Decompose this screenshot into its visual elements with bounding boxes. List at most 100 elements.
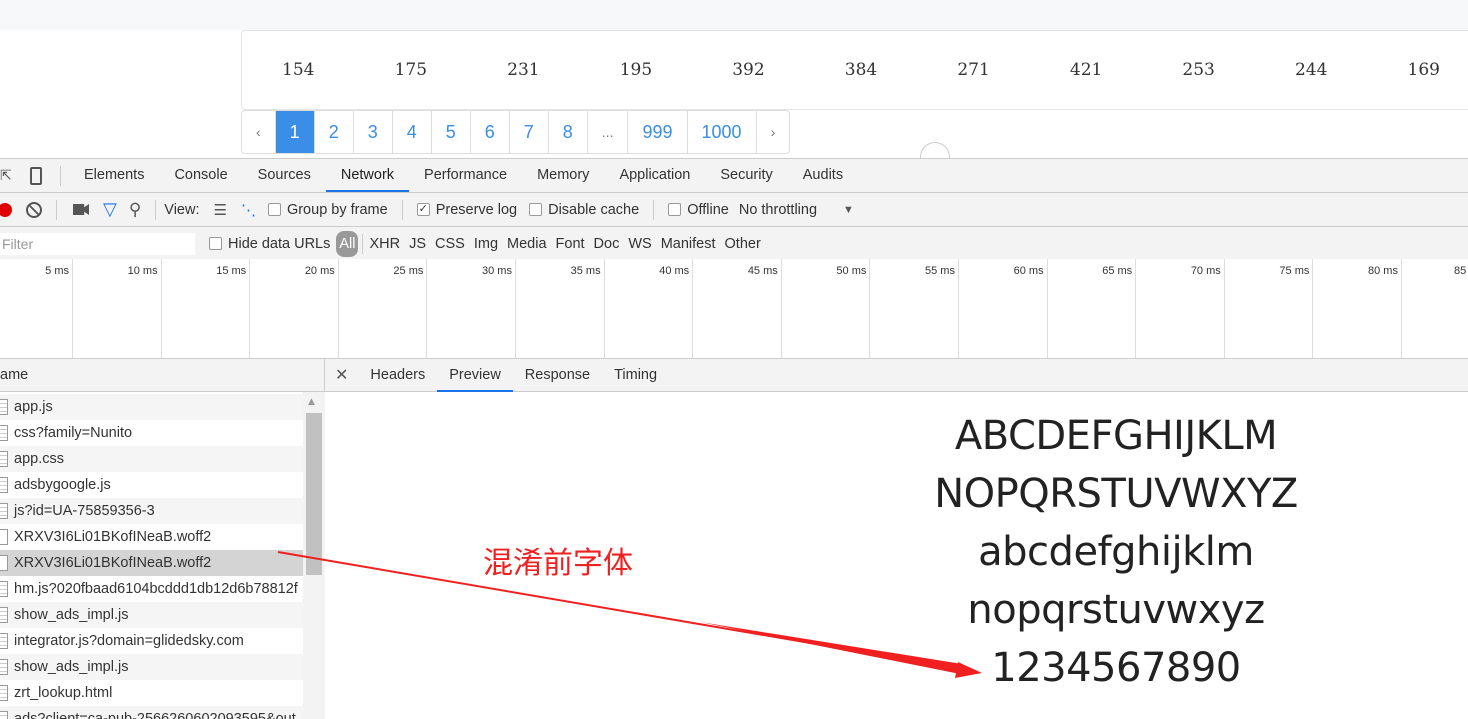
numbers-card: 154 175 231 195 392 384 271 421 253 244 169 [241,30,1468,110]
large-rows-icon[interactable]: ☰ [214,201,227,219]
chevron-down-icon[interactable]: ▼ [843,204,854,216]
request-name: integrator.js?domain=glidedsky.com [14,633,244,649]
disable-cache-label: Disable cache [548,201,640,218]
pagination-prev[interactable]: ‹ [242,111,276,153]
file-icon [0,425,8,441]
name-column-header[interactable]: ame [0,359,325,392]
view-label: View: [164,201,200,218]
request-row[interactable]: XRXV3I6Li01BKofINeaB.woff2 [0,550,303,576]
filter-type-other[interactable]: Other [725,236,761,252]
hide-data-urls-checkbox[interactable] [209,237,222,250]
pagination-page[interactable]: 2 [315,111,354,153]
offline-checkbox[interactable] [668,203,682,216]
detail-tabbar: ✕ Headers Preview Response Timing [325,359,1468,392]
preview-line: NOPQRSTUVWXYZ [934,471,1298,517]
inspect-icon[interactable]: ⇱ [0,167,20,184]
filter-type-img[interactable]: Img [474,236,498,252]
scrollbar-thumb[interactable] [306,413,322,575]
timeline-gridline: 5 ms [0,259,73,358]
filter-type-js[interactable]: JS [409,236,426,252]
request-row[interactable]: js?id=UA-75859356-3 [0,498,303,524]
filter-icon[interactable]: ▽ [103,199,117,220]
pagination-page[interactable]: 1 [275,111,315,153]
timeline-gridline: 80 ms [1313,259,1402,358]
request-row[interactable]: show_ads_impl.js [0,602,303,628]
tab-memory[interactable]: Memory [522,159,604,192]
request-row[interactable]: app.css [0,446,303,472]
disable-cache-checkbox[interactable] [529,203,543,216]
filter-type-doc[interactable]: Doc [594,236,620,252]
timeline-tick-label: 85 [1454,265,1467,277]
tab-headers[interactable]: Headers [358,359,437,392]
pagination-page[interactable]: 8 [549,111,588,153]
tab-response[interactable]: Response [513,359,602,392]
timeline-tick-label: 70 ms [1190,265,1221,277]
request-row[interactable]: zrt_lookup.html [0,680,303,706]
pagination-next[interactable]: › [757,111,790,153]
timeline-overview[interactable]: 5 ms 10 ms 15 ms 20 ms 25 ms 30 ms 35 ms 40 ms 4… [0,259,1468,359]
tab-timing[interactable]: Timing [602,359,669,392]
page-top-band [0,0,1468,30]
camera-icon[interactable] [73,204,89,215]
scroll-up-icon[interactable]: ▲ [308,397,315,407]
devtools-tabbar: ⇱ Elements Console Sources Network Performan… [0,158,1468,193]
divider [56,199,57,220]
group-by-frame-checkbox[interactable] [267,203,281,216]
filter-type-xhr[interactable]: XHR [369,236,400,252]
request-row[interactable]: show_ads_impl.js [0,654,303,680]
pagination-page[interactable]: 6 [471,111,510,153]
tab-performance[interactable]: Performance [409,159,522,192]
pagination: ‹ 1 2 3 4 5 6 7 8... 999 1000 › [241,110,791,154]
filter-type-css[interactable]: CSS [435,236,465,252]
tab-network[interactable]: Network [325,159,410,192]
request-row[interactable]: adsbygoogle.js [0,472,303,498]
timeline-gridline: 70 ms [1136,259,1225,358]
filter-type-manifest[interactable]: Manifest [661,236,716,252]
throttling-select[interactable]: No throttling [739,202,817,218]
timeline-gridline: 30 ms [427,259,516,358]
request-name: show_ads_impl.js [14,659,129,675]
annotation-text: 混淆前字体 [483,546,633,581]
request-row[interactable]: integrator.js?domain=glidedsky.com [0,628,303,654]
scroll-top-button[interactable] [920,142,950,158]
timeline-gridline: 35 ms [516,259,605,358]
request-row[interactable]: XRXV3I6Li01BKofINeaB.woff2 [0,524,303,550]
tab-elements[interactable]: Elements [69,159,159,192]
clear-icon[interactable] [26,201,42,218]
filter-bar: Hide data URLs All XHR JS CSS Img Media Font Do… [0,227,1468,261]
tab-preview[interactable]: Preview [437,359,513,392]
preview-line: nopqrstuvwxyz [967,587,1265,633]
filter-type-all[interactable]: All [336,230,359,257]
pagination-ellipsis: ... [588,111,629,153]
pagination-page[interactable]: 999 [628,111,688,153]
record-icon[interactable] [0,202,12,217]
number-value: 195 [619,60,653,80]
timeline-tick-label: 65 ms [1102,265,1133,277]
request-row[interactable]: css?family=Nunito [0,420,303,446]
request-row[interactable]: hm.js?020fbaad6104bcddd1db12d6b78812f [0,576,303,602]
filter-type-ws[interactable]: WS [628,236,651,252]
tab-security[interactable]: Security [705,159,787,192]
tab-sources[interactable]: Sources [243,159,326,192]
waterfall-icon[interactable]: ⋱ [241,201,256,219]
device-toolbar-icon[interactable] [30,166,42,185]
preserve-log-checkbox[interactable]: ✓ [416,203,430,216]
pagination-page[interactable]: 4 [393,111,432,153]
tab-audits[interactable]: Audits [788,159,858,192]
filter-input[interactable] [0,232,195,255]
close-icon[interactable]: ✕ [325,365,358,385]
request-row[interactable]: ads?client=ca-pub-2566260602093595&out [0,706,303,719]
pagination-page[interactable]: 5 [432,111,471,153]
network-toolbar: ▽ ⚲ View: ☰ ⋱ Group by frame ✓ Preserve … [0,193,1468,227]
pagination-page[interactable]: 3 [354,111,393,153]
filter-type-media[interactable]: Media [507,236,547,252]
pagination-page[interactable]: 1000 [688,111,757,153]
timeline-gridline: 85 [1402,259,1468,358]
filter-type-font[interactable]: Font [556,236,585,252]
tab-application[interactable]: Application [604,159,705,192]
request-row[interactable]: app.js [0,394,303,420]
number-value: 169 [1407,60,1440,80]
pagination-page[interactable]: 7 [510,111,549,153]
tab-console[interactable]: Console [159,159,242,192]
search-icon[interactable]: ⚲ [129,200,141,220]
